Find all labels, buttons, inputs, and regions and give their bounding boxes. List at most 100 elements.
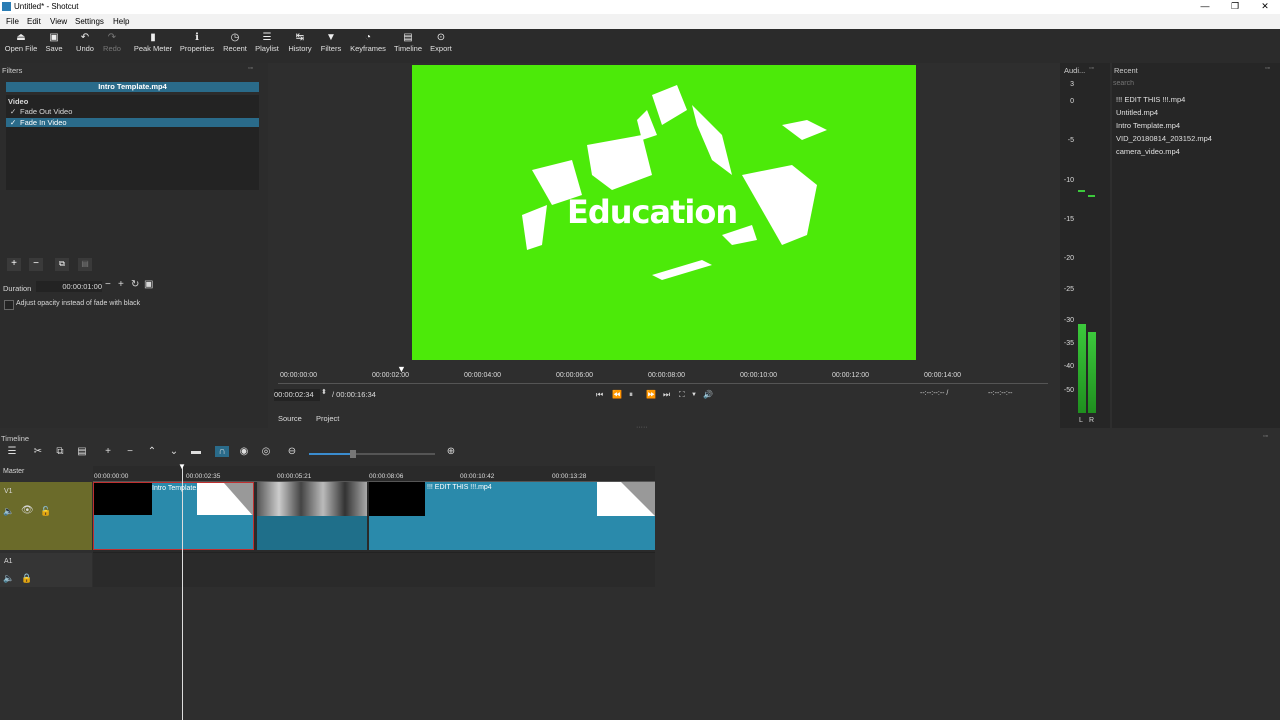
overwrite-icon[interactable]: ⌄ (167, 446, 181, 457)
time-spinner-icon[interactable]: ⬍ (321, 388, 327, 396)
zoom-slider[interactable] (309, 450, 435, 458)
paste-filter-button[interactable]: ▤ (78, 258, 92, 271)
remove-icon[interactable]: − (123, 446, 137, 457)
track-header-v1[interactable]: V1 🔈 👁 🔓 (0, 482, 92, 550)
panel-float-icon[interactable]: ▫▫ (1089, 65, 1094, 72)
undo-button[interactable]: ↶ Undo (72, 32, 98, 53)
recent-search-input[interactable] (1113, 78, 1273, 88)
add-filter-button[interactable]: + (7, 258, 21, 271)
mute-icon[interactable]: 🔈 (3, 506, 14, 517)
checkbox-fade-out[interactable]: ✓ (10, 107, 16, 116)
recent-item[interactable]: VID_20180814_203152.mp4 (1116, 134, 1212, 143)
menu-icon[interactable]: ☰ (5, 446, 19, 457)
timeline-clip-camera[interactable] (257, 482, 367, 550)
open-file-button[interactable]: ⏏ Open File (4, 32, 38, 53)
skip-start-icon[interactable]: ⏮ (596, 390, 603, 400)
filter-item-fade-in[interactable]: ✓ Fade In Video (6, 118, 259, 127)
menu-edit[interactable]: Edit (27, 17, 41, 26)
history-button[interactable]: ↹ History (285, 32, 315, 53)
volume-icon[interactable]: 🔊 (703, 390, 713, 399)
menu-file[interactable]: File (6, 17, 19, 26)
minimize-button[interactable]: — (1190, 0, 1220, 14)
db-tick: -15 (1063, 216, 1074, 223)
zoom-fit-icon[interactable]: ⛶ (679, 390, 685, 400)
save-button[interactable]: ▣ Save (40, 32, 68, 53)
timeline-tick: 00:00:02:35 (186, 473, 221, 480)
mute-icon[interactable]: 🔈 (3, 573, 14, 584)
timeline-toolbar: ☰ ✂ ⧉ ▤ + − ⌃ ⌄ ▬ ∩ ◉ ◎ ⊖ ⊕ (0, 444, 1280, 462)
menu-settings[interactable]: Settings (75, 17, 104, 26)
track-header-a1[interactable]: A1 🔈 🔒 (0, 553, 92, 587)
properties-button[interactable]: ℹ Properties (178, 32, 216, 53)
ruler-tick: 00:00:00:00 (280, 372, 317, 379)
export-button[interactable]: ⊙ Export (428, 32, 454, 53)
cut-icon[interactable]: ✂ (31, 446, 45, 457)
panel-float-icon[interactable]: ▫▫ (1265, 65, 1270, 72)
save-icon: ▣ (49, 32, 59, 43)
redo-button[interactable]: ↷ Redo (100, 32, 124, 53)
recent-item[interactable]: Untitled.mp4 (1116, 108, 1158, 117)
filter-icon: ▼ (326, 32, 336, 43)
opacity-option-label: Adjust opacity instead of fade with blac… (16, 300, 141, 307)
timeline-playhead[interactable] (182, 466, 183, 720)
filter-item-fade-out[interactable]: ✓ Fade Out Video (6, 107, 259, 116)
preview-playhead-icon[interactable]: ▼ (397, 364, 406, 374)
append-icon[interactable]: + (101, 446, 115, 457)
duration-minus-icon[interactable]: − (105, 279, 111, 290)
timeline-panel-title: Timeline (1, 434, 30, 443)
timeline-clip-intro[interactable]: Intro Template.mp4 (93, 482, 254, 550)
menu-view[interactable]: View (50, 17, 67, 26)
tab-project[interactable]: Project (316, 414, 339, 423)
peak-right-marker (1088, 195, 1095, 197)
pause-icon[interactable]: ⏸ (629, 390, 633, 400)
copy-filter-button[interactable]: ⧉ (55, 258, 69, 271)
save-preset-icon[interactable]: ▣ (144, 279, 153, 290)
copy-icon[interactable]: ⧉ (53, 446, 67, 457)
panel-float-icon[interactable]: ▫▫ (248, 65, 253, 72)
keyframes-button[interactable]: ◔ Keyframes (348, 32, 388, 53)
opacity-checkbox[interactable] (4, 300, 14, 310)
eye-icon[interactable]: 👁 (21, 505, 34, 516)
recent-button[interactable]: ◷ Recent (220, 32, 250, 53)
duration-field[interactable]: 00:00:01:00 (36, 281, 102, 292)
preview-ruler[interactable]: 00:00:00:00 00:00:02:00 00:00:04:00 00:0… (278, 364, 1048, 384)
checkbox-fade-in[interactable]: ✓ (10, 118, 16, 127)
scrub-icon[interactable]: ◉ (237, 446, 251, 457)
tab-source[interactable]: Source (278, 414, 302, 423)
filters-button[interactable]: ▼ Filters (318, 32, 344, 53)
recent-item[interactable]: Intro Template.mp4 (1116, 121, 1180, 130)
reset-icon[interactable]: ↻ (131, 279, 139, 290)
zoom-slider-handle[interactable] (350, 450, 357, 458)
close-button[interactable]: ✕ (1250, 0, 1280, 14)
timeline-button[interactable]: ▤ Timeline (392, 32, 424, 53)
chevron-down-icon[interactable]: ▼ (691, 392, 697, 398)
zoom-in-icon[interactable]: ⊕ (444, 446, 458, 457)
timeline-clip-edit-this[interactable]: !!! EDIT THIS !!!.mp4 (369, 482, 655, 550)
lift-icon[interactable]: ⌃ (145, 446, 159, 457)
channel-right-label: R (1089, 417, 1095, 424)
fast-forward-icon[interactable]: ⏩ (646, 390, 656, 399)
rewind-icon[interactable]: ⏪ (612, 390, 622, 399)
snap-icon[interactable]: ∩ (215, 446, 229, 457)
duration-plus-icon[interactable]: + (118, 279, 124, 290)
skip-end-icon[interactable]: ⏭ (663, 390, 670, 400)
timeline-tracks[interactable]: 00:00:00:00 00:00:02:35 00:00:05:21 00:0… (93, 466, 655, 587)
zoom-out-icon[interactable]: ⊖ (285, 446, 299, 457)
video-preview[interactable]: Education (412, 65, 916, 360)
recent-item[interactable]: camera_video.mp4 (1116, 147, 1180, 156)
lock-icon[interactable]: 🔒 (21, 573, 32, 584)
recent-item[interactable]: !!! EDIT THIS !!!.mp4 (1116, 95, 1185, 104)
remove-filter-button[interactable]: − (29, 258, 43, 271)
split-icon[interactable]: ▬ (189, 446, 203, 457)
panel-float-icon[interactable]: ▫▫ (1263, 433, 1268, 440)
ripple-icon[interactable]: ◎ (259, 446, 273, 457)
peak-meter-button[interactable]: ▮ Peak Meter (132, 32, 174, 53)
splitter-handle[interactable]: ····· (636, 424, 648, 431)
paste-icon[interactable]: ▤ (75, 446, 89, 457)
menu-help[interactable]: Help (113, 17, 129, 26)
playlist-button[interactable]: ☰ Playlist (252, 32, 282, 53)
current-time-field[interactable]: 00:00:02:34 (274, 389, 320, 401)
lock-icon[interactable]: 🔓 (40, 506, 51, 517)
maximize-button[interactable]: ❐ (1220, 0, 1250, 14)
playhead-handle-icon[interactable]: ▼ (178, 462, 186, 471)
